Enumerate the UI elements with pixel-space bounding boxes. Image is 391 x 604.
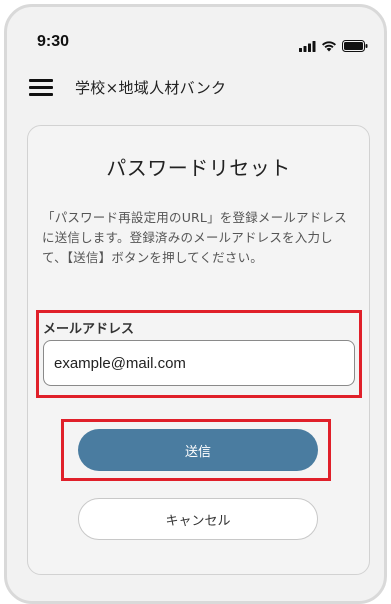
- app-header: 学校×地域人材バンク: [7, 67, 384, 111]
- wifi-icon: [321, 37, 337, 56]
- battery-icon: [342, 37, 368, 56]
- password-reset-card: パスワードリセット 「パスワード再設定用のURL」を登録メールアドレスに送信しま…: [27, 125, 370, 575]
- hamburger-menu-icon[interactable]: [29, 77, 55, 99]
- email-label: メールアドレス: [43, 322, 135, 337]
- instruction-text: 「パスワード再設定用のURL」を登録メールアドレスに送信します。登録済みのメール…: [42, 210, 347, 265]
- status-time: 9:30: [37, 33, 70, 50]
- signal-icon: [299, 37, 316, 56]
- status-bar: 9:30: [7, 7, 384, 67]
- status-icons: [299, 37, 368, 56]
- submit-button[interactable]: 送信: [78, 429, 318, 471]
- app-title: 学校×地域人材バンク: [75, 79, 227, 97]
- phone-frame: 9:30 学校×地域人材バンク パスワードリセット 「パスワード再設定用のURL…: [4, 4, 387, 604]
- email-input[interactable]: [43, 340, 355, 386]
- cancel-button[interactable]: キャンセル: [78, 498, 318, 540]
- page-title: パスワードリセット: [106, 156, 291, 180]
